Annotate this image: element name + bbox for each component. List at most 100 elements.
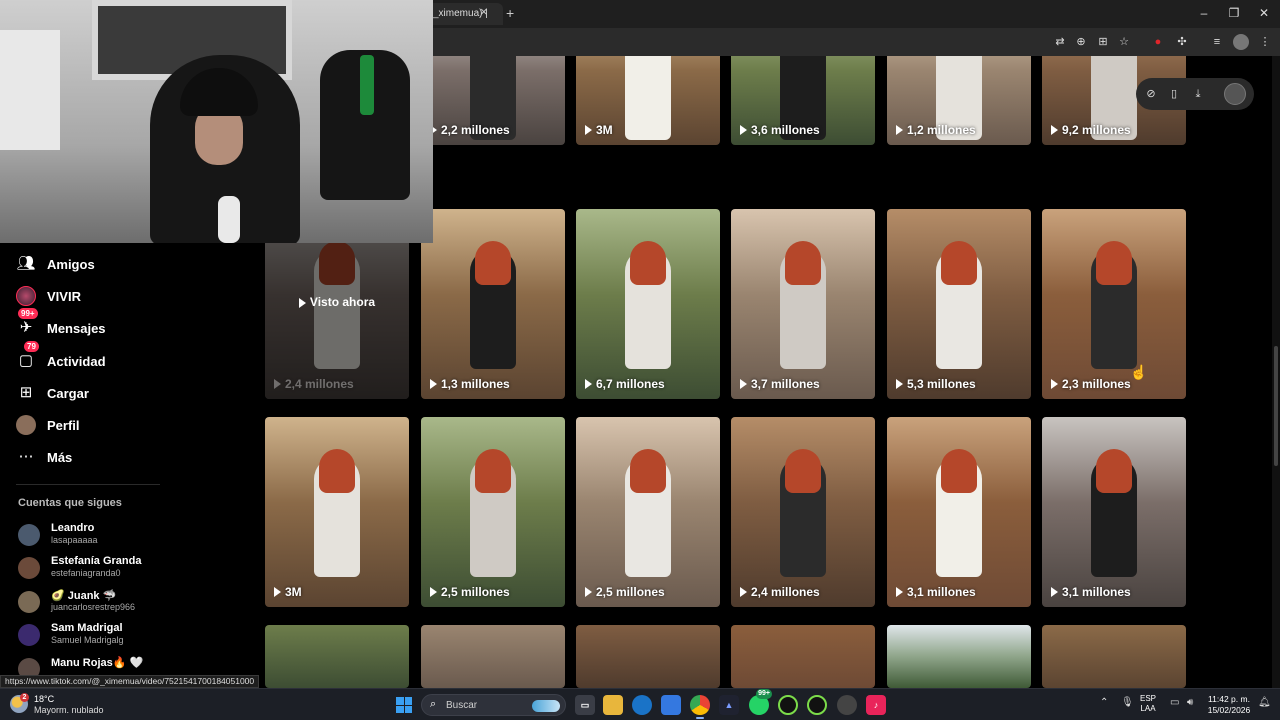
video-thumbnail[interactable]: 5,3 millones bbox=[887, 209, 1031, 399]
video-thumbnail[interactable]: 3,1 millones bbox=[1042, 417, 1186, 607]
chrome-icon[interactable] bbox=[690, 695, 710, 715]
tiktok-icon[interactable]: ♪ bbox=[866, 695, 886, 715]
video-thumbnail[interactable] bbox=[421, 625, 565, 688]
clock-time[interactable]: 11:42 p. m. bbox=[1206, 694, 1252, 704]
bookmark-star-icon[interactable]: ☆ bbox=[1116, 34, 1132, 50]
nav-live[interactable]: VIVIR bbox=[16, 284, 81, 308]
weather-temp[interactable]: 18°C bbox=[34, 694, 54, 704]
edge-icon[interactable] bbox=[632, 695, 652, 715]
app-green-ring-icon[interactable] bbox=[778, 695, 798, 715]
user-avatar[interactable] bbox=[1224, 83, 1246, 105]
view-count-text: 1,3 millones bbox=[441, 377, 510, 391]
video-thumbnail[interactable] bbox=[265, 625, 409, 688]
tray-expand-icon[interactable]: ⌃ bbox=[1100, 697, 1108, 708]
browser-tab[interactable]: _ximemua) | bbox=[425, 3, 503, 25]
minimize-icon[interactable]: – bbox=[1194, 6, 1214, 20]
nav-more[interactable]: ⋯ Más bbox=[16, 445, 73, 469]
view-count-text: 3M bbox=[285, 585, 302, 599]
nav-upload[interactable]: ⊞ Cargar bbox=[16, 381, 89, 405]
media-controls-icon[interactable]: ≡ bbox=[1209, 34, 1225, 50]
thumbnail-hair bbox=[630, 241, 666, 285]
play-icon bbox=[274, 587, 281, 597]
thumbnail-hair bbox=[941, 241, 977, 285]
app-triangle-icon[interactable]: ▲ bbox=[719, 695, 739, 715]
video-thumbnail[interactable]: 2,5 millones bbox=[421, 417, 565, 607]
play-icon bbox=[430, 587, 437, 597]
video-thumbnail[interactable]: 3,7 millones bbox=[731, 209, 875, 399]
video-thumbnail[interactable] bbox=[887, 625, 1031, 688]
view-count-text: 3M bbox=[596, 123, 613, 137]
translate-icon[interactable]: ⇄ bbox=[1052, 34, 1068, 50]
install-app-icon[interactable]: ⊞ bbox=[1095, 34, 1111, 50]
live-icon bbox=[16, 286, 36, 306]
nav-messages[interactable]: ✈︎ 99+ Mensajes bbox=[16, 308, 106, 340]
video-thumbnail[interactable]: 6,7 millones bbox=[576, 209, 720, 399]
phone-icon[interactable]: ▯ bbox=[1166, 86, 1182, 102]
taskbar-search[interactable]: ⌕ Buscar bbox=[421, 694, 566, 716]
volume-icon[interactable]: 🔊︎ bbox=[1187, 697, 1193, 708]
zoom-icon[interactable]: ⊕ bbox=[1073, 34, 1089, 50]
download-icon[interactable]: ⤓ bbox=[1190, 86, 1206, 102]
clock-date[interactable]: 15/02/2026 bbox=[1206, 705, 1252, 715]
video-thumbnail[interactable]: 3,6 millones bbox=[731, 56, 875, 145]
restore-icon[interactable]: ❐ bbox=[1224, 6, 1244, 20]
browser-menu-icon[interactable]: ⋮ bbox=[1257, 34, 1273, 50]
nav-label: Actividad bbox=[47, 353, 106, 369]
language-indicator[interactable]: ESP LAA bbox=[1140, 694, 1156, 714]
video-thumbnail[interactable]: 2,4 millones bbox=[731, 417, 875, 607]
extension-red-icon[interactable]: ● bbox=[1150, 34, 1166, 50]
video-thumbnail[interactable]: 3M bbox=[576, 56, 720, 145]
video-thumbnail[interactable]: 3,1 millones bbox=[887, 417, 1031, 607]
task-view-icon[interactable]: ▭ bbox=[575, 695, 595, 715]
extensions-puzzle-icon[interactable]: ✣ bbox=[1174, 34, 1190, 50]
more-icon: ⋯ bbox=[18, 448, 34, 465]
video-thumbnail[interactable]: 2,2 millones bbox=[421, 56, 565, 145]
view-count: 2,5 millones bbox=[585, 585, 665, 599]
page-scrollbar[interactable] bbox=[1272, 56, 1280, 688]
view-count-text: 2,2 millones bbox=[441, 123, 510, 137]
weather-desc[interactable]: Mayorm. nublado bbox=[34, 705, 104, 715]
compass-icon[interactable]: ⊘ bbox=[1143, 86, 1159, 102]
network-icon[interactable]: ▭ bbox=[1170, 697, 1179, 708]
video-thumbnail[interactable]: 2,5 millones bbox=[576, 417, 720, 607]
watched-label: Visto ahora bbox=[265, 295, 409, 309]
view-count-text: 2,5 millones bbox=[441, 585, 510, 599]
view-count: 2,4 millones bbox=[740, 585, 820, 599]
file-explorer-icon[interactable] bbox=[603, 695, 623, 715]
video-thumbnail[interactable]: 3M bbox=[265, 417, 409, 607]
play-icon bbox=[740, 379, 747, 389]
video-thumbnail[interactable]: 1,2 millones bbox=[887, 56, 1031, 145]
app-gear-icon[interactable] bbox=[837, 695, 857, 715]
thumbnail-image bbox=[731, 625, 875, 688]
tab-close-icon[interactable]: × bbox=[480, 4, 488, 19]
messages-icon: ✈︎ 99+ bbox=[16, 308, 38, 338]
account-name: Leandro bbox=[51, 522, 95, 534]
play-icon bbox=[1051, 587, 1058, 597]
nav-label: Perfil bbox=[47, 417, 80, 433]
close-window-icon[interactable]: ✕ bbox=[1254, 6, 1274, 20]
profile-avatar-icon[interactable] bbox=[1233, 34, 1249, 50]
store-icon[interactable] bbox=[661, 695, 681, 715]
video-thumbnail[interactable] bbox=[731, 625, 875, 688]
thumbnail-hair bbox=[475, 449, 511, 493]
nav-friends[interactable]: 👥︎ Amigos bbox=[16, 252, 94, 276]
account-handle: estefaniagranda0 bbox=[51, 568, 121, 578]
nav-profile[interactable]: Perfil bbox=[16, 413, 80, 437]
new-tab-icon[interactable]: + bbox=[506, 5, 514, 21]
video-thumbnail[interactable] bbox=[1042, 625, 1186, 688]
following-title: Cuentas que sigues bbox=[18, 497, 122, 509]
view-count-text: 3,1 millones bbox=[907, 585, 976, 599]
start-button[interactable] bbox=[396, 697, 412, 713]
microphone-icon[interactable]: 🎙︎ bbox=[1121, 697, 1134, 708]
notifications-icon[interactable]: 🔔︎ bbox=[1258, 697, 1271, 708]
play-icon bbox=[585, 125, 592, 135]
thumbnail-image bbox=[421, 625, 565, 688]
video-thumbnail[interactable]: 1,3 millones bbox=[421, 209, 565, 399]
video-thumbnail[interactable] bbox=[576, 625, 720, 688]
nav-activity[interactable]: ▢ 79 Actividad bbox=[16, 341, 106, 373]
view-count: 1,3 millones bbox=[430, 377, 510, 391]
app-green-ring-icon-2[interactable] bbox=[807, 695, 827, 715]
thumbnail-image bbox=[576, 625, 720, 688]
scroll-thumb[interactable] bbox=[1274, 346, 1278, 466]
video-thumbnail[interactable]: 2,3 millones bbox=[1042, 209, 1186, 399]
